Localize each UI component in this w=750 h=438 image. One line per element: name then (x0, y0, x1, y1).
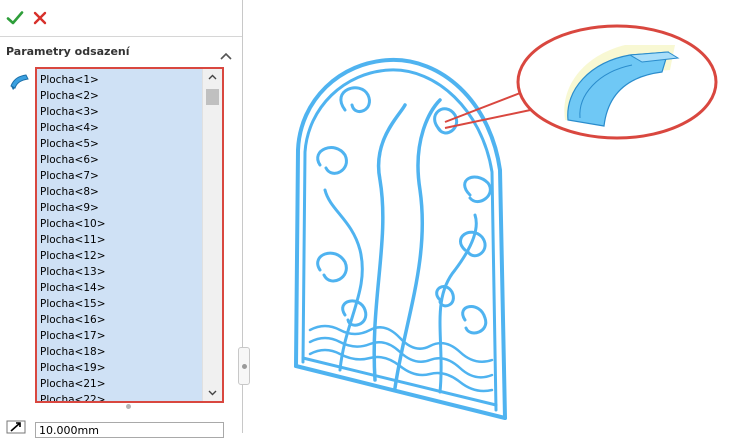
scroll-bottom-right (461, 305, 488, 335)
list-item[interactable]: Plocha<17> (37, 328, 106, 344)
splitter-grip (242, 364, 247, 369)
list-item[interactable]: Plocha<22> (37, 392, 106, 401)
graphics-viewport[interactable] (251, 0, 750, 433)
close-icon (33, 11, 47, 25)
list-item[interactable]: Plocha<16> (37, 312, 106, 328)
scroll-top-left (339, 86, 371, 113)
scroll-low-left (316, 251, 348, 283)
list-item[interactable]: Plocha<21> (37, 376, 106, 392)
chevron-up-icon (220, 52, 232, 60)
list-item[interactable]: Plocha<6> (37, 152, 106, 168)
cancel-button[interactable] (31, 9, 49, 27)
callout-leader (444, 89, 529, 123)
list-item[interactable]: Plocha<2> (37, 88, 106, 104)
list-resize-handle[interactable] (126, 404, 131, 409)
list-item[interactable]: Plocha<9> (37, 200, 106, 216)
scroll-thumb[interactable] (206, 89, 219, 105)
frame-bottom (294, 364, 507, 420)
faces-list-selection: Plocha<1> Plocha<2> Plocha<3> Plocha<4> Ploc… (37, 69, 202, 401)
property-manager-panel: Parametry odsazení Plocha<1> Plocha<2> Plo… (0, 0, 243, 438)
list-item[interactable]: Plocha<12> (37, 248, 106, 264)
panel-splitter-handle[interactable] (238, 347, 250, 385)
section-title: Parametry odsazení (6, 45, 130, 58)
callout-detail (516, 24, 718, 140)
list-item[interactable]: Plocha<15> (37, 296, 106, 312)
list-item[interactable]: Plocha<7> (37, 168, 106, 184)
toolbar-divider (0, 36, 242, 37)
list-item[interactable]: Plocha<14> (37, 280, 106, 296)
faces-selection-icon (8, 70, 30, 92)
scroll-up-button[interactable] (203, 69, 222, 85)
faces-list-items: Plocha<1> Plocha<2> Plocha<3> Plocha<4> Ploc… (37, 72, 106, 401)
list-item[interactable]: Plocha<1> (37, 72, 106, 88)
offset-direction-icon[interactable] (6, 419, 28, 434)
faces-list-scrollbar[interactable] (202, 69, 222, 401)
list-item[interactable]: Plocha<8> (37, 184, 106, 200)
scroll-mid-right (463, 175, 492, 204)
chevron-up-icon (208, 74, 217, 80)
scroll-down-button[interactable] (203, 385, 222, 401)
list-item[interactable]: Plocha<19> (37, 360, 106, 376)
faces-list[interactable]: Plocha<1> Plocha<2> Plocha<3> Plocha<4> Ploc… (35, 67, 224, 403)
checkmark-icon (6, 11, 24, 25)
list-item[interactable]: Plocha<4> (37, 120, 106, 136)
callout-leader-lower (444, 107, 541, 129)
ok-button[interactable] (6, 9, 24, 27)
offset-distance-input[interactable] (35, 422, 224, 438)
list-item[interactable]: Plocha<5> (37, 136, 106, 152)
list-item[interactable]: Plocha<13> (37, 264, 106, 280)
collapse-button[interactable] (219, 46, 233, 60)
list-item[interactable]: Plocha<18> (37, 344, 106, 360)
list-item[interactable]: Plocha<10> (37, 216, 106, 232)
chevron-down-icon (208, 390, 217, 396)
list-item[interactable]: Plocha<3> (37, 104, 106, 120)
scroll-mid-left (316, 146, 348, 175)
list-item[interactable]: Plocha<11> (37, 232, 106, 248)
